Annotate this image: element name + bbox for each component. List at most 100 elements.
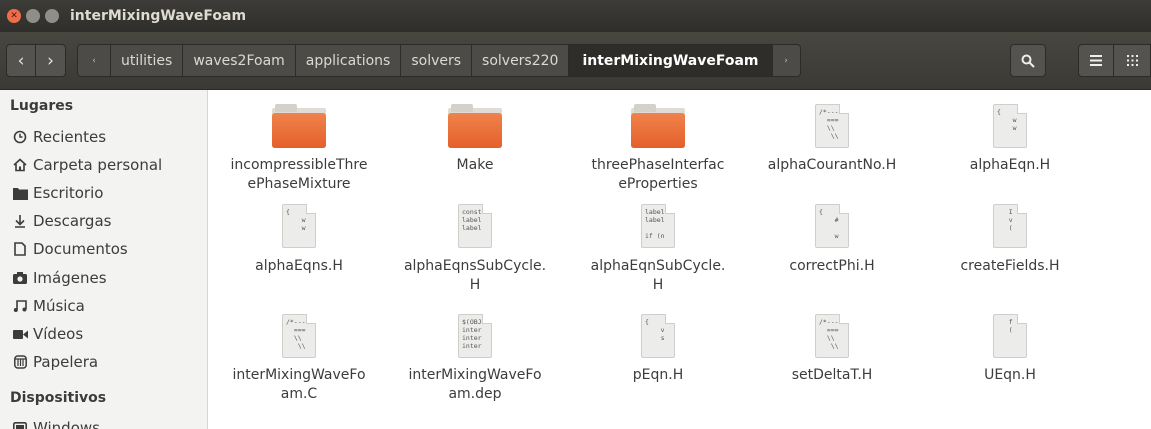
sidebar-item-videos[interactable]: Vídeos [12,322,83,346]
file-name-line: pEqn.H [632,367,684,383]
file-item[interactable]: I v ( createFields.H [922,204,1098,276]
file-item[interactable]: { v s pEqn.H [570,314,746,385]
file-name-line: alphaEqnSubCycle. [590,258,726,274]
sidebar-item-documentos[interactable]: Documentos [12,237,128,261]
file-name-line: alphaEqn.H [969,157,1051,173]
file-preview: const label label [462,208,482,232]
hamburger-menu-icon [1090,55,1102,66]
drive-icon [12,420,28,429]
text-file-icon: { v s [641,314,675,358]
chevron-right-icon: › [47,50,54,71]
places-heading: Lugares [10,98,74,114]
text-file-icon: label label if (n [641,204,675,248]
toolbar: ‹ › ‹ utilities waves2Foam applications … [0,32,1151,90]
sidebar-item-escritorio[interactable]: Escritorio [12,181,103,205]
search-icon [1021,54,1035,68]
file-item[interactable]: label label if (n alphaEqnSubCycle. H [570,204,746,295]
breadcrumb-utilities[interactable]: utilities [111,44,184,77]
sidebar-item-papelera[interactable]: Papelera [12,350,98,374]
sidebar-item-label: Carpeta personal [33,156,163,174]
file-name-line: incompressibleThre [230,157,368,173]
file-name-line: UEqn.H [984,367,1036,383]
window-title: interMixingWaveFoam [70,8,247,24]
search-button[interactable] [1010,44,1046,77]
file-preview: { w w [997,108,1017,132]
file-item[interactable]: { w w alphaEqn.H [922,104,1098,175]
grid-view-icon [1126,55,1138,66]
file-item[interactable]: { w w alphaEqns.H [211,204,387,276]
breadcrumb: ‹ utilities waves2Foam applications solv… [77,44,801,77]
text-file-icon: { w w [282,204,316,248]
file-item[interactable]: /*--- === \\ \\ alphaCourantNo.H [744,104,920,175]
sidebar-item-label: Windows [33,419,100,429]
sidebar-item-windows[interactable]: Windows [12,416,100,429]
file-preview: { v s [645,318,665,342]
minimize-window-icon[interactable] [26,9,40,23]
file-item[interactable]: const label label alphaEqnsSubCycle. H [387,204,563,295]
back-button[interactable]: ‹ [6,44,36,77]
file-preview: /*--- === \\ \\ [819,108,839,140]
chevron-left-icon: ‹ [17,50,25,71]
video-icon [12,326,28,342]
file-name-line: eProperties [618,176,698,192]
devices-heading: Dispositivos [10,390,107,406]
file-preview: $(OBJ inter inter inter [462,318,482,350]
text-file-icon: I v ( [993,204,1027,248]
file-name-line: ePhaseMixture [247,176,351,192]
sidebar-item-label: Recientes [33,128,107,146]
file-name-line: Make [456,157,494,173]
breadcrumb-scroll-left[interactable]: ‹ [77,44,111,77]
breadcrumb-solvers220[interactable]: solvers220 [472,44,570,77]
file-name-line: H [469,277,481,293]
file-name-line: createFields.H [960,258,1060,274]
forward-button[interactable]: › [36,44,66,77]
file-item[interactable]: { # w correctPhi.H [744,204,920,276]
file-item[interactable]: threePhaseInterfac eProperties [570,104,746,194]
file-name-line: threePhaseInterfac [591,157,725,173]
close-window-icon[interactable]: ✕ [7,9,21,23]
file-item[interactable]: /*--- === \\ \\ setDeltaT.H [744,314,920,385]
text-file-icon: /*--- === \\ \\ [815,104,849,148]
breadcrumb-intermixingwavefoam[interactable]: interMixingWaveFoam [569,44,773,77]
sidebar-item-recientes[interactable]: Recientes [12,125,106,149]
file-grid: incompressibleThre ePhaseMixture Make th… [209,90,1151,429]
breadcrumb-scroll-right[interactable]: › [772,44,801,77]
file-item[interactable]: Make [387,104,563,175]
sidebar-item-carpeta-personal[interactable]: Carpeta personal [12,153,162,177]
breadcrumb-solvers[interactable]: solvers [401,44,473,77]
file-name-line: interMixingWaveFo [408,367,542,383]
text-file-icon: /*--- === \\ \\ [815,314,849,358]
folder-icon [631,104,685,148]
file-preview: label label if (n [645,208,665,240]
breadcrumb-applications[interactable]: applications [295,44,402,77]
download-icon [12,213,28,229]
sidebar-item-musica[interactable]: Música [12,294,85,318]
sidebar-item-imagenes[interactable]: Imágenes [12,266,107,290]
file-name-line: interMixingWaveFo [232,367,366,383]
file-item[interactable]: $(OBJ inter inter inter interMixingWaveF… [387,314,563,404]
trash-icon [12,354,28,370]
text-file-icon: { # w [815,204,849,248]
file-preview: { # w [819,208,839,240]
history-nav: ‹ › [6,44,66,77]
file-name-line: setDeltaT.H [791,367,873,383]
maximize-window-icon[interactable] [45,9,59,23]
chevron-left-icon: ‹ [92,55,96,66]
file-item[interactable]: /*--- === \\ \\ interMixingWaveFo am.C [211,314,387,404]
file-name-line: am.dep [448,386,502,402]
text-file-icon: f ( [993,314,1027,358]
file-name-line: correctPhi.H [789,258,875,274]
text-file-icon: { w w [993,104,1027,148]
view-toggle-button[interactable] [1113,44,1151,77]
menu-button[interactable] [1078,44,1114,77]
document-icon [12,241,28,257]
file-name-line: alphaEqns.H [255,258,343,274]
sidebar-item-label: Papelera [33,353,99,371]
file-item[interactable]: f ( UEqn.H [922,314,1098,385]
breadcrumb-waves2foam[interactable]: waves2Foam [183,44,296,77]
file-preview: /*--- === \\ \\ [286,318,306,350]
folder-icon [272,104,326,148]
file-item[interactable]: incompressibleThre ePhaseMixture [211,104,387,194]
file-name-line: alphaEqnsSubCycle. [403,258,547,274]
sidebar-item-descargas[interactable]: Descargas [12,209,111,233]
